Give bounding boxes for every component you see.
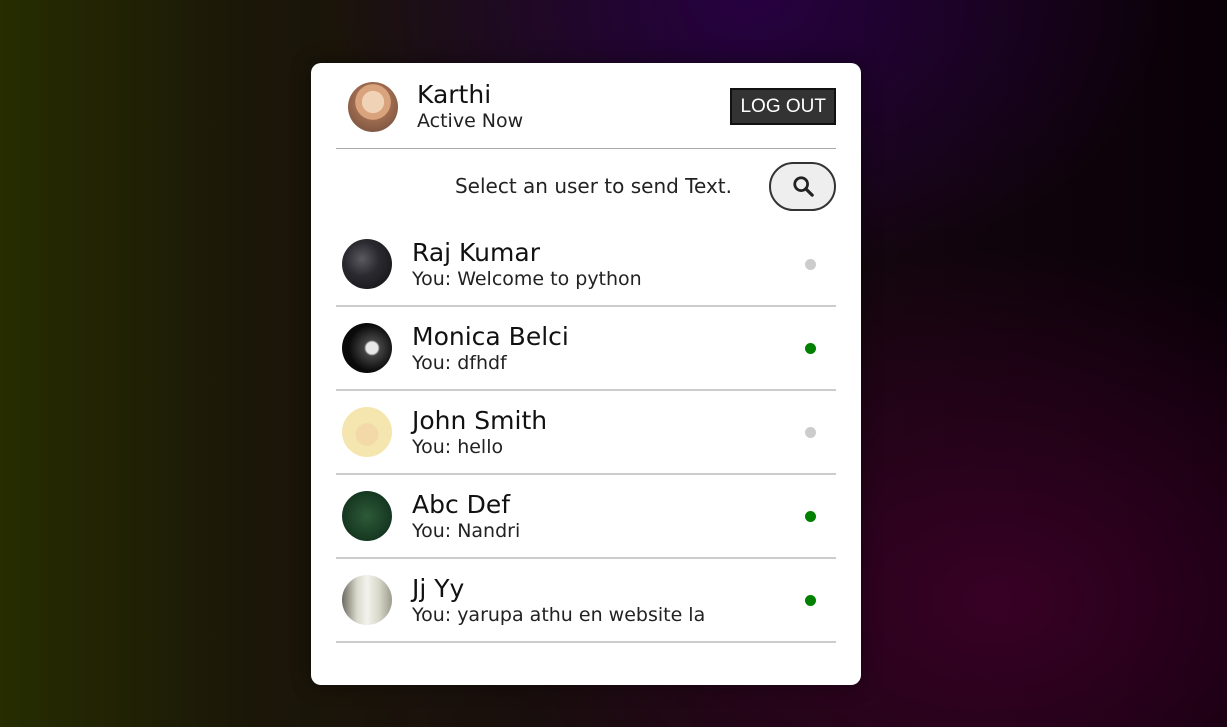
user-info: Monica Belci You: dfhdf [412, 322, 805, 375]
search-bar: Select an user to send Text. [336, 149, 836, 223]
avatar [342, 575, 392, 625]
profile-name: Karthi [417, 79, 492, 109]
status-dot [805, 594, 816, 606]
user-name: John Smith [412, 405, 548, 435]
avatar [342, 239, 392, 289]
user-row-monica-belci[interactable]: Monica Belci You: dfhdf [336, 307, 836, 391]
avatar [342, 323, 392, 373]
user-name: Raj Kumar [412, 237, 540, 267]
last-message: You: Welcome to python [412, 267, 642, 290]
logout-button[interactable]: LOG OUT [730, 88, 836, 125]
user-name: Monica Belci [412, 321, 569, 351]
search-button[interactable] [769, 161, 836, 211]
search-prompt: Select an user to send Text. [454, 174, 732, 198]
last-message: You: yarupa athu en website la [412, 603, 706, 626]
profile-info: Karthi Active Now [417, 79, 730, 133]
user-row-jj-yy[interactable]: Jj Yy You: yarupa athu en website la [336, 559, 836, 643]
avatar [342, 407, 392, 457]
last-message: You: dfhdf [412, 351, 507, 374]
user-row-john-smith[interactable]: John Smith You: hello [336, 391, 836, 475]
avatar [348, 81, 398, 132]
profile-status: Active Now [417, 109, 524, 132]
user-info: Jj Yy You: yarupa athu en website la [412, 574, 805, 627]
search-icon [792, 176, 814, 197]
status-dot [805, 426, 816, 438]
status-dot [805, 510, 816, 522]
user-row-abc-def[interactable]: Abc Def You: Nandri [336, 475, 836, 559]
last-message: You: hello [412, 435, 504, 458]
user-info: John Smith You: hello [412, 406, 805, 459]
users-list: Raj Kumar You: Welcome to python Monica … [336, 223, 836, 643]
user-row-raj-kumar[interactable]: Raj Kumar You: Welcome to python [336, 223, 836, 307]
user-name: Abc Def [412, 489, 511, 519]
last-message: You: Nandri [412, 519, 521, 542]
profile-header: Karthi Active Now LOG OUT [336, 63, 836, 149]
chat-users-panel: Karthi Active Now LOG OUT Select an user… [311, 63, 861, 685]
status-dot [805, 342, 816, 354]
status-dot [805, 258, 816, 270]
user-info: Abc Def You: Nandri [412, 490, 805, 543]
avatar [342, 491, 392, 541]
user-info: Raj Kumar You: Welcome to python [412, 238, 805, 291]
user-name: Jj Yy [412, 573, 465, 603]
